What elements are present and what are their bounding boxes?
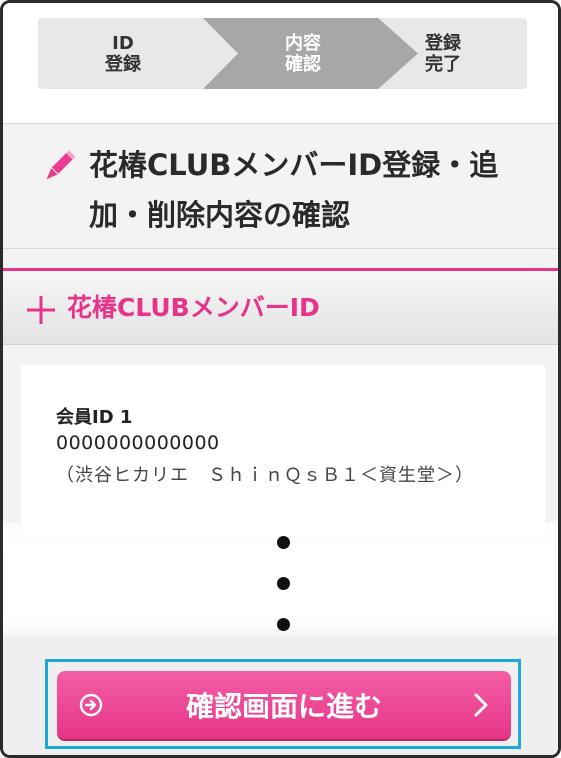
ellipsis-dot [277, 536, 290, 549]
chevron-right-icon [474, 693, 488, 717]
phone-frame: ID 登録 内容 確認 登録 完了 花椿CLUBメンバーID登録・追加・削除内容… [0, 0, 561, 758]
step-id-registration: ID 登録 [105, 32, 141, 75]
ellipsis-dot [277, 618, 290, 631]
member-id-label: 会員ID 1 [56, 407, 133, 428]
proceed-button-label: 確認画面に進む [185, 690, 382, 723]
section-title: 花椿CLUBメンバーID [67, 293, 320, 322]
member-id-number: 0000000000000 [56, 432, 220, 454]
ellipsis-dot [277, 577, 290, 590]
step-content-confirmation: 内容 確認 [285, 32, 321, 75]
progress-stepper: ID 登録 内容 確認 登録 完了 [38, 18, 527, 89]
member-store-name: （渋谷ヒカリエ ＳｈｉｎＱｓＢ１＜資生堂＞） [56, 465, 474, 486]
proceed-to-confirmation-button[interactable]: 確認画面に進む [57, 671, 511, 739]
page-title-section: 花椿CLUBメンバーID登録・追加・削除内容の確認 [3, 123, 558, 249]
section-header: 花椿CLUBメンバーID [3, 271, 558, 345]
step-registration-complete: 登録 完了 [425, 32, 461, 75]
pencil-icon [46, 150, 76, 180]
stepper-area: ID 登録 内容 確認 登録 完了 [3, 3, 558, 123]
plus-icon [27, 296, 55, 324]
page-title: 花椿CLUBメンバーID登録・追加・削除内容の確認 [89, 148, 499, 232]
member-id-card: 会員ID 1 0000000000000 （渋谷ヒカリエ ＳｈｉｎＱｓＢ１＜資生… [21, 365, 545, 535]
